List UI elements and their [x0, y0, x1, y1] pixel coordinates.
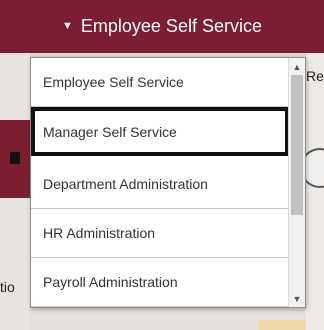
- background-right-text: Re: [306, 68, 324, 84]
- menu-item-employee-self-service[interactable]: Employee Self Service: [31, 58, 289, 107]
- chevron-up-icon[interactable]: ▲: [289, 58, 305, 75]
- background-left-icon: [10, 152, 20, 164]
- portal-selector-header[interactable]: ▼ Employee Self Service: [0, 0, 324, 53]
- chevron-down-icon[interactable]: ▼: [289, 290, 305, 307]
- portal-dropdown-menu: Employee Self Service Manager Self Servi…: [30, 57, 306, 308]
- menu-item-department-administration[interactable]: Department Administration: [31, 160, 289, 209]
- menu-item-hr-administration[interactable]: HR Administration: [31, 209, 289, 258]
- background-left-text: tio: [0, 279, 15, 295]
- dropdown-scrollbar[interactable]: ▲ ▼: [288, 58, 305, 307]
- menu-item-label: HR Administration: [43, 225, 156, 241]
- menu-item-label: Payroll Administration: [43, 274, 178, 290]
- menu-item-payroll-administration[interactable]: Payroll Administration: [31, 258, 289, 307]
- header-title: Employee Self Service: [80, 16, 262, 36]
- menu-item-label: Employee Self Service: [43, 74, 184, 90]
- menu-item-manager-self-service[interactable]: Manager Self Service: [31, 107, 289, 156]
- menu-item-label: Department Administration: [43, 176, 208, 192]
- background-bottom-tile: [258, 320, 306, 330]
- background-right-panel: [306, 53, 324, 330]
- scrollbar-thumb[interactable]: [291, 75, 303, 215]
- menu-item-label: Manager Self Service: [43, 123, 177, 140]
- caret-down-icon: ▼: [62, 19, 73, 32]
